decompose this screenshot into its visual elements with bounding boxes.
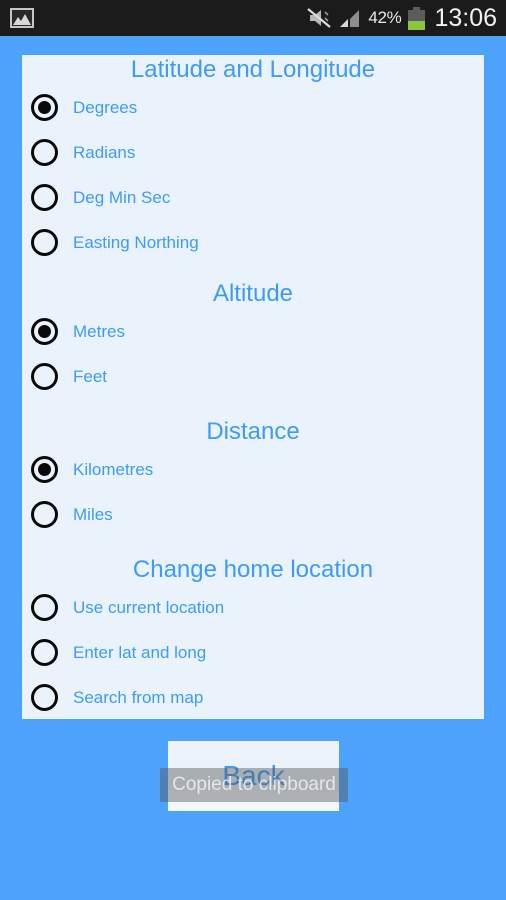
radio-label: Metres <box>73 321 125 341</box>
section-title-distance: Distance <box>206 418 300 445</box>
gallery-icon <box>10 8 34 28</box>
phone-screen: 42% 13:06 Latitude and Longitude Degrees… <box>0 0 506 900</box>
mute-vibrate-off-icon <box>306 7 332 29</box>
radio-option-use-current-location[interactable]: Use current location <box>22 585 484 630</box>
radio-indicator[interactable] <box>31 139 58 166</box>
battery-percent-label: 42% <box>368 8 402 27</box>
radio-label: Degrees <box>73 97 138 117</box>
radio-label: Kilometres <box>73 459 154 479</box>
radio-indicator[interactable] <box>31 184 58 211</box>
radio-indicator[interactable] <box>31 318 58 345</box>
section-title-latitude-longitude: Latitude and Longitude <box>130 56 376 83</box>
clock-label: 13:06 <box>434 3 497 32</box>
radio-option-deg-min-sec[interactable]: Deg Min Sec <box>22 175 484 220</box>
toast-message: Copied to clipboard <box>160 768 348 802</box>
radio-indicator[interactable] <box>31 639 58 666</box>
radio-option-enter-lat-and-long[interactable]: Enter lat and long <box>22 630 484 675</box>
radio-indicator[interactable] <box>31 94 58 121</box>
radio-option-metres[interactable]: Metres <box>22 309 484 354</box>
radio-indicator[interactable] <box>31 229 58 256</box>
radio-indicator[interactable] <box>31 684 58 711</box>
radio-option-degrees[interactable]: Degrees <box>22 85 484 130</box>
radio-indicator[interactable] <box>31 501 58 528</box>
radio-label: Enter lat and long <box>73 642 207 662</box>
battery-icon <box>408 6 426 30</box>
signal-bars-icon <box>339 8 361 28</box>
radio-option-feet[interactable]: Feet <box>22 354 484 399</box>
radio-label: Radians <box>73 142 136 162</box>
radio-indicator[interactable] <box>31 363 58 390</box>
radio-indicator[interactable] <box>31 456 58 483</box>
status-bar: 42% 13:06 <box>0 0 506 36</box>
radio-option-search-from-map[interactable]: Search from map <box>22 675 484 719</box>
radio-label: Miles <box>73 504 113 524</box>
settings-panel: Latitude and Longitude Degrees Radians D… <box>22 55 484 719</box>
radio-option-easting-northing[interactable]: Easting Northing <box>22 220 484 265</box>
radio-label: Deg Min Sec <box>73 187 171 207</box>
radio-option-kilometres[interactable]: Kilometres <box>22 447 484 492</box>
radio-label: Use current location <box>73 597 225 617</box>
radio-option-radians[interactable]: Radians <box>22 130 484 175</box>
radio-label: Easting Northing <box>73 232 199 252</box>
radio-label: Search from map <box>73 687 204 707</box>
section-title-change-home-location: Change home location <box>132 556 374 583</box>
radio-option-miles[interactable]: Miles <box>22 492 484 537</box>
status-bar-right: 42% 13:06 <box>306 4 506 33</box>
radio-label: Feet <box>73 366 108 386</box>
status-bar-left <box>0 8 306 28</box>
section-title-altitude: Altitude <box>212 280 294 307</box>
radio-indicator[interactable] <box>31 594 58 621</box>
